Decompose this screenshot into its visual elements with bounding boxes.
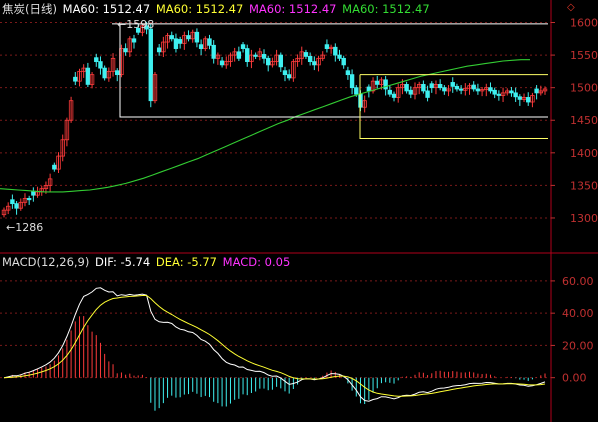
candle-body [341,57,346,66]
candle-body [383,79,388,90]
candle-body [240,44,246,49]
candle-body [186,35,191,40]
candle-body [458,88,464,91]
candle-body [173,38,179,49]
candle-body [312,61,317,66]
candle-body [98,61,103,69]
candle-body [534,88,539,94]
price-tick-label: 1500 [570,82,598,95]
macd-tick-label: 20.00 [562,339,594,352]
candle-body [333,46,338,56]
macd-value-label: MACD: 0.05 [222,255,291,269]
candle-body [442,87,447,92]
candle-body [94,57,99,63]
candle-body [278,54,283,68]
candle-body [219,60,225,66]
macd-tick-label: 40.00 [562,307,594,320]
ma-label-3: MA60: 1512.47 [248,2,337,16]
candle-body [26,198,32,201]
candle-body [526,97,531,103]
candle-body [253,54,258,57]
candle-body [471,84,476,90]
candle-body [509,90,514,94]
candle-body [123,48,128,53]
price-tick-label: 1550 [570,49,598,62]
candle-body [286,74,292,79]
price-tick-label: 1450 [570,114,598,127]
candle-body [387,89,393,95]
candle-body [169,35,174,40]
candle-body [425,90,430,98]
candle-body [10,199,15,205]
candle-body [337,54,342,59]
candle-body [488,87,493,92]
candle-body [324,44,330,49]
diamond-icon[interactable]: ◇ [567,2,575,14]
candle-body [31,190,36,196]
candle-body [194,31,200,43]
candle-body [177,39,183,44]
candle-body [52,164,57,170]
candle-body [198,44,204,49]
chart-header: 焦炭(日线) MA60: 1512.47 MA60: 1512.47 MA60:… [2,2,432,16]
dif-line [3,287,546,402]
ma-label-4: MA60: 1512.47 [342,2,430,16]
candle-body [14,203,19,209]
candle-body [492,89,497,95]
price-tick-label: 1300 [570,212,598,225]
candle-body [102,67,107,79]
candle-body [131,38,137,43]
macd-tick-label: 60.00 [562,275,594,288]
candle-body [366,86,372,92]
candle-body [85,67,91,85]
candle-body [475,88,481,92]
candle-body [156,47,162,53]
candle-body [454,85,460,90]
candle-body [148,28,153,102]
high-marker: ←1598 [117,18,154,31]
macd-dif-label: DIF: -5.74 [95,255,151,269]
price-tick-label: 1400 [570,147,598,160]
price-chart[interactable]: 1600 1550 1500 1450 1400 1350 1300 ←1598 ←1286 60… [0,0,598,422]
candle-body [404,84,409,92]
candle-body [437,84,443,89]
candle-body [391,93,397,98]
low-marker: ←1286 [6,221,43,234]
candle-body [261,54,267,59]
candle-body [429,83,434,89]
macd-header: MACD(12,26,9) DIF: -5.74 DEA: -5.77 MACD… [2,255,292,269]
price-tick-label: 1600 [570,17,598,30]
candle-body [282,70,288,76]
candle-body [266,57,271,66]
candle-body [207,38,212,46]
candle-body [408,89,413,95]
ma-label-1: MA60: 1512.47 [62,2,151,16]
candle-body [496,93,502,96]
candle-body [303,52,309,57]
candle-body [349,74,355,89]
macd-name: MACD(12,26,9) [2,255,90,269]
candle-body [115,70,120,76]
candle-body [307,55,313,63]
candle-body [517,96,523,100]
macd-dea-label: DEA: -5.77 [155,255,217,269]
candle-body [354,87,359,95]
candle-body [375,80,380,85]
candle-body [245,48,250,63]
candle-body [236,51,242,59]
candle-body [345,70,351,76]
candle-body [211,44,216,59]
candle-body [450,82,455,87]
macd-tick-label: 0.00 [562,372,587,385]
ma-label-2: MA60: 1512.47 [155,2,244,16]
candle-body [73,76,78,82]
price-tick-label: 1350 [570,179,598,192]
candle-body [513,92,518,98]
candle-body [421,84,426,92]
symbol-label: 焦炭(日线) [2,2,57,16]
